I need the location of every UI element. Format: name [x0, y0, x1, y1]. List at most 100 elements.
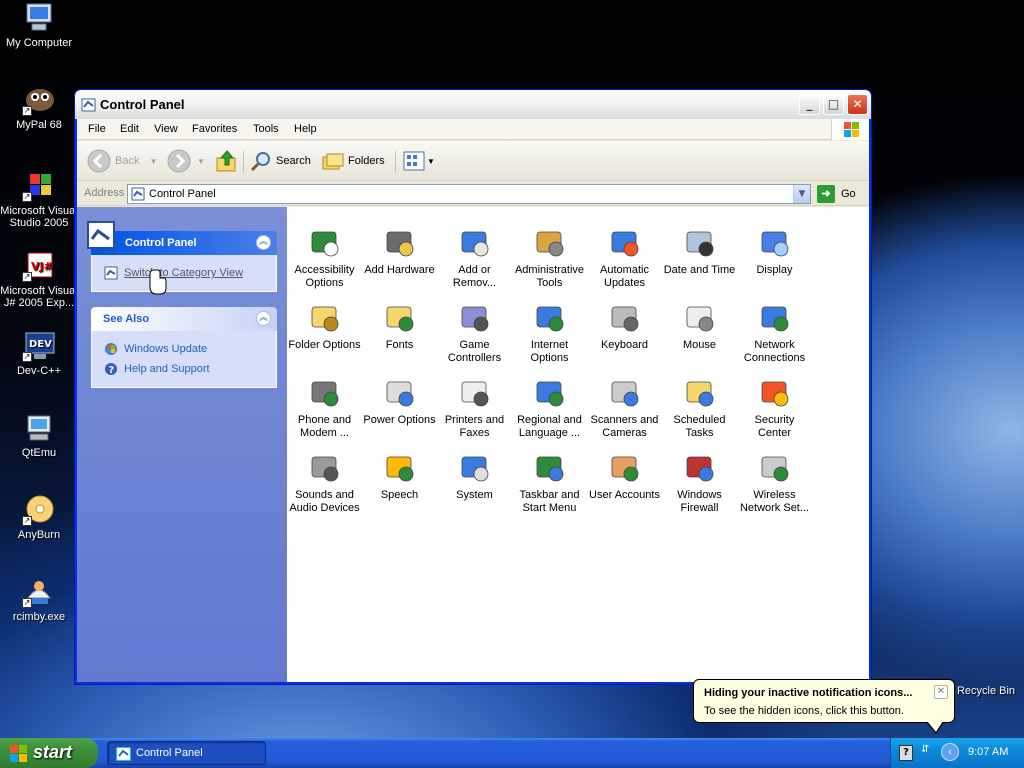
control-panel-item-label: Automatic Updates: [600, 264, 649, 289]
control-panel-item[interactable]: Windows Firewall: [662, 452, 737, 515]
control-panel-item[interactable]: Sounds and Audio Devices: [287, 452, 362, 515]
help-and-support-label: Help and Support: [124, 363, 210, 375]
svg-text:DEV: DEV: [29, 339, 52, 350]
back-arrow-icon: [87, 149, 111, 173]
control-panel-section-header[interactable]: Control Panel ︽: [87, 221, 277, 255]
desktop-icon-recycle-bin[interactable]: Recycle Bin: [948, 655, 1024, 697]
menu-view[interactable]: View: [154, 123, 178, 135]
start-button[interactable]: start: [0, 738, 98, 768]
help-icon: ?: [105, 363, 117, 376]
control-panel-item[interactable]: Phone and Modem ...: [287, 377, 362, 440]
menu-favorites[interactable]: Favorites: [192, 123, 237, 135]
minimize-button[interactable]: _: [799, 94, 820, 115]
control-panel-item-label: Keyboard: [600, 339, 649, 351]
control-panel-item[interactable]: Network Connections: [737, 302, 812, 365]
control-panel-window[interactable]: Control Panel _ □ ✕ File Edit View Favor…: [74, 89, 872, 685]
control-panel-item[interactable]: Scanners and Cameras: [587, 377, 662, 440]
computer-icon: [22, 2, 56, 34]
control-panel-item[interactable]: User Accounts: [587, 452, 662, 502]
clock[interactable]: 9:07 AM: [968, 746, 1008, 758]
address-input[interactable]: Control Panel ▼: [127, 184, 811, 204]
collapse-icon[interactable]: ︽: [256, 311, 271, 326]
desktop-icon-rcimby[interactable]: ↗ rcimby.exe: [0, 576, 78, 623]
control-panel-item[interactable]: Internet Options: [512, 302, 587, 365]
show-hidden-icons-button[interactable]: ‹: [941, 743, 959, 761]
close-button[interactable]: ✕: [847, 94, 868, 115]
control-panel-item[interactable]: Wireless Network Set...: [737, 452, 812, 515]
forward-dropdown-icon[interactable]: ▼: [197, 157, 205, 166]
title-bar[interactable]: Control Panel _ □ ✕: [75, 90, 871, 119]
notification-balloon[interactable]: Hiding your inactive notification icons.…: [693, 679, 955, 734]
forward-arrow-icon: [167, 149, 191, 173]
forward-button[interactable]: ▼: [167, 149, 205, 173]
control-panel-item[interactable]: Taskbar and Start Menu: [512, 452, 587, 515]
help-and-support-link[interactable]: ? Help and Support: [104, 359, 264, 379]
desktop-icon-visual-jsharp[interactable]: VJ# ↗ Microsoft Visual J# 2005 Exp...: [0, 250, 78, 309]
control-panel-item-label: System: [456, 489, 493, 501]
search-button[interactable]: Search: [250, 149, 311, 173]
desktop-icon-visual-studio[interactable]: ↗ Microsoft Visual Studio 2005: [0, 170, 78, 229]
menu-help[interactable]: Help: [294, 123, 317, 135]
views-icon: [403, 151, 425, 171]
up-folder-button[interactable]: [215, 149, 239, 173]
maximize-button[interactable]: □: [823, 94, 844, 115]
visual-jsharp-icon: VJ# ↗: [22, 250, 56, 282]
control-panel-item[interactable]: Date and Time: [662, 227, 737, 277]
accessibility-icon: [309, 227, 341, 259]
control-panel-item[interactable]: Power Options: [362, 377, 437, 427]
network-tray-icon[interactable]: ⇵: [921, 744, 935, 760]
folders-label: Folders: [348, 155, 385, 167]
desktop-icon-mypal[interactable]: ↗ MyPal 68: [0, 84, 78, 131]
control-panel-item-label: Game Controllers: [447, 339, 502, 364]
see-also-section: See Also ︽ Windows Update ? Help and Sup…: [91, 307, 277, 388]
collapse-icon[interactable]: ︽: [256, 235, 271, 250]
desktop-icon-devcpp[interactable]: DEV ↗ Dev-C++: [0, 330, 78, 377]
folders-button[interactable]: Folders: [322, 149, 385, 173]
control-panel-item[interactable]: System: [437, 452, 512, 502]
control-panel-item[interactable]: Accessibility Options: [287, 227, 362, 290]
switch-to-category-view-link[interactable]: Switch to Category View: [104, 263, 264, 283]
windows-update-icon: [105, 343, 117, 355]
go-button[interactable]: ➜ Go: [817, 185, 856, 203]
desktop-icon-qtemu[interactable]: QtEmu: [0, 412, 78, 459]
control-panel-item[interactable]: Security Center: [737, 377, 812, 440]
control-panel-item[interactable]: Mouse: [662, 302, 737, 352]
back-button[interactable]: Back ▼: [87, 149, 157, 173]
control-panel-item[interactable]: Scheduled Tasks: [662, 377, 737, 440]
control-panel-item[interactable]: Speech: [362, 452, 437, 502]
see-also-section-header[interactable]: See Also ︽: [91, 307, 277, 331]
desktop-icon-my-computer[interactable]: My Computer: [0, 2, 78, 49]
windows-update-label: Windows Update: [124, 343, 208, 355]
menu-file[interactable]: File: [88, 123, 106, 135]
control-panel-item[interactable]: Regional and Language ...: [512, 377, 587, 440]
control-panel-item-label: Wireless Network Set...: [739, 489, 810, 514]
desktop-icon-anyburn[interactable]: ↗ AnyBurn: [0, 494, 78, 541]
control-panel-item[interactable]: Game Controllers: [437, 302, 512, 365]
menu-tools[interactable]: Tools: [253, 123, 279, 135]
address-dropdown-icon[interactable]: ▼: [793, 185, 810, 203]
control-panel-item[interactable]: Automatic Updates: [587, 227, 662, 290]
menu-edit[interactable]: Edit: [120, 123, 139, 135]
control-panel-item-label: Administrative Tools: [514, 264, 585, 289]
security-center-icon: [759, 377, 791, 409]
control-panel-item[interactable]: Fonts: [362, 302, 437, 352]
control-panel-item[interactable]: Add or Remov...: [437, 227, 512, 290]
help-tray-icon[interactable]: ?: [899, 745, 913, 761]
desktop-icon-label: Dev-C++: [16, 365, 62, 377]
views-dropdown-icon[interactable]: ▼: [427, 157, 435, 166]
control-panel-item[interactable]: Administrative Tools: [512, 227, 587, 290]
windows-update-link[interactable]: Windows Update: [104, 339, 264, 359]
control-panel-item[interactable]: Folder Options: [287, 302, 362, 352]
close-icon[interactable]: ✕: [934, 685, 948, 699]
taskbar-button-control-panel[interactable]: Control Panel: [107, 741, 266, 765]
control-panel-item[interactable]: Add Hardware: [362, 227, 437, 277]
control-panel-item[interactable]: Display: [737, 227, 812, 277]
svg-text:?: ?: [109, 365, 115, 376]
views-button[interactable]: ▼: [403, 149, 435, 173]
back-dropdown-icon[interactable]: ▼: [149, 157, 157, 166]
start-label: start: [33, 742, 73, 762]
up-folder-icon: [216, 150, 236, 172]
control-panel-item[interactable]: Printers and Faxes: [437, 377, 512, 440]
fonts-icon: [384, 302, 416, 334]
control-panel-item[interactable]: Keyboard: [587, 302, 662, 352]
